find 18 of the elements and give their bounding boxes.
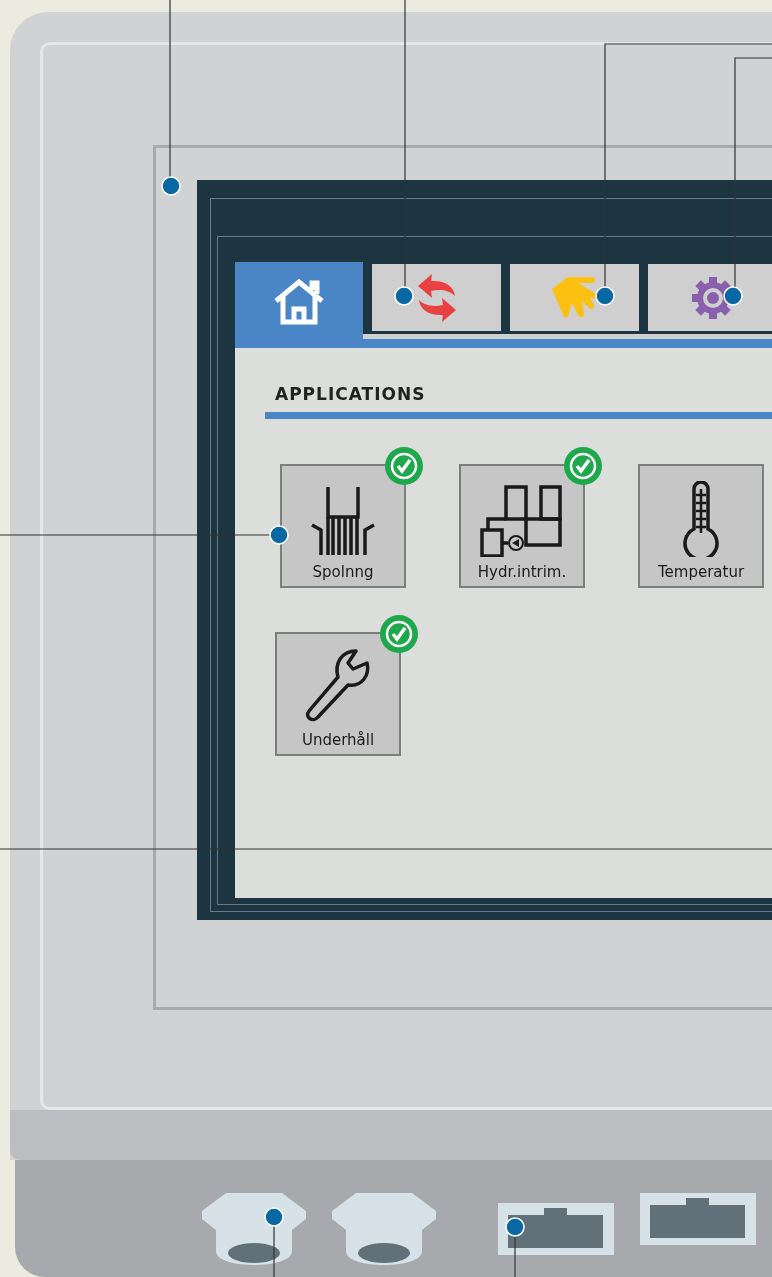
- leader-line: [505, 1217, 525, 1277]
- tab[interactable]: [372, 264, 501, 331]
- application-tile[interactable]: Underhåll: [275, 632, 401, 756]
- leader-line: [264, 1207, 284, 1277]
- application-tile[interactable]: Temperatur: [638, 464, 764, 588]
- hydraulic-diagram-icon: [480, 485, 564, 557]
- round-connector-icon: [332, 1193, 436, 1265]
- home-icon: [272, 279, 326, 325]
- thermometer-icon: [681, 481, 721, 557]
- section-title: APPLICATIONS: [275, 384, 426, 404]
- application-tile[interactable]: Hydr.intrim.: [459, 464, 585, 588]
- ethernet-port-icon: [498, 1203, 614, 1255]
- ethernet-port-icon: [640, 1193, 756, 1245]
- tab[interactable]: [648, 264, 772, 331]
- flush-lines-icon: [311, 485, 375, 557]
- round-connector-icon: [202, 1193, 306, 1265]
- application-tile[interactable]: Spolnng: [280, 464, 406, 588]
- tab[interactable]: [510, 264, 639, 331]
